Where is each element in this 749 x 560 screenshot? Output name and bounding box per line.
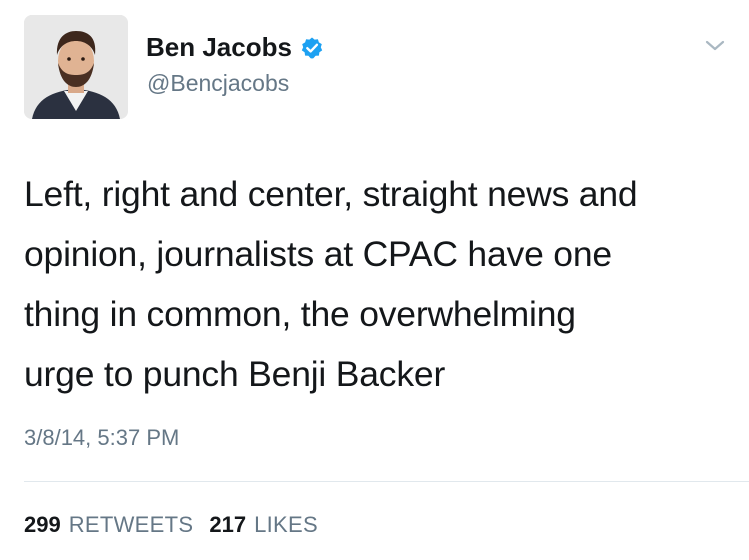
tweet-stats: 299 RETWEETS 217 LIKES — [24, 512, 334, 538]
tweet-text-line: thing in common, the overwhelming — [24, 294, 576, 334]
verified-badge-icon — [300, 36, 324, 60]
tweet-text-line: urge to punch Benji Backer — [24, 354, 446, 394]
retweets-stat[interactable]: 299 RETWEETS — [24, 512, 193, 538]
user-handle[interactable]: @Bencjacobs — [147, 70, 289, 97]
chevron-down-icon[interactable] — [701, 36, 729, 56]
likes-stat[interactable]: 217 LIKES — [209, 512, 318, 538]
likes-label: LIKES — [254, 512, 318, 537]
retweets-count: 299 — [24, 512, 61, 537]
avatar[interactable] — [24, 15, 128, 119]
avatar-photo — [24, 15, 128, 119]
user-name-row[interactable]: Ben Jacobs — [146, 32, 324, 63]
display-name[interactable]: Ben Jacobs — [146, 32, 292, 63]
tweet-text-line: opinion, journalists at CPAC have one — [24, 234, 612, 274]
retweets-label: RETWEETS — [68, 512, 194, 537]
tweet-text: Left, right and center, straight news an… — [24, 164, 734, 404]
likes-count: 217 — [209, 512, 247, 537]
tweet-timestamp[interactable]: 3/8/14, 5:37 PM — [24, 425, 179, 451]
tweet-text-line: Left, right and center, straight news an… — [24, 174, 638, 214]
divider — [24, 481, 749, 482]
